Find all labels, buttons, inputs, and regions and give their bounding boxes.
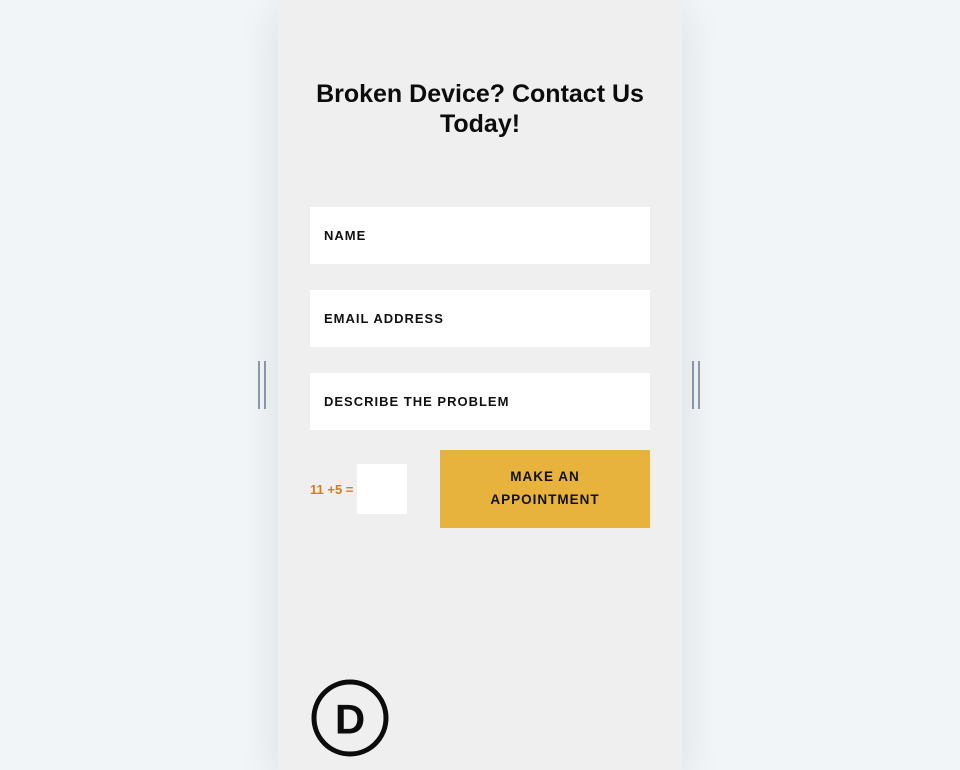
make-appointment-button[interactable]: MAKE AN APPOINTMENT [440, 450, 650, 528]
contact-form: 11 +5 = MAKE AN APPOINTMENT [310, 207, 650, 528]
contact-card: Broken Device? Contact Us Today! 11 +5 =… [278, 0, 682, 770]
resize-handle-right[interactable] [692, 361, 702, 409]
captcha: 11 +5 = [310, 464, 407, 514]
logo-d-icon: D [310, 678, 390, 758]
email-input[interactable] [310, 290, 650, 347]
captcha-input[interactable] [357, 464, 407, 514]
form-heading: Broken Device? Contact Us Today! [310, 80, 650, 139]
name-input[interactable] [310, 207, 650, 264]
brand-logo: D [310, 678, 390, 758]
resize-handle-left[interactable] [258, 361, 268, 409]
captcha-question: 11 +5 = [310, 482, 353, 497]
describe-problem-input[interactable] [310, 373, 650, 430]
logo-letter: D [335, 696, 365, 743]
